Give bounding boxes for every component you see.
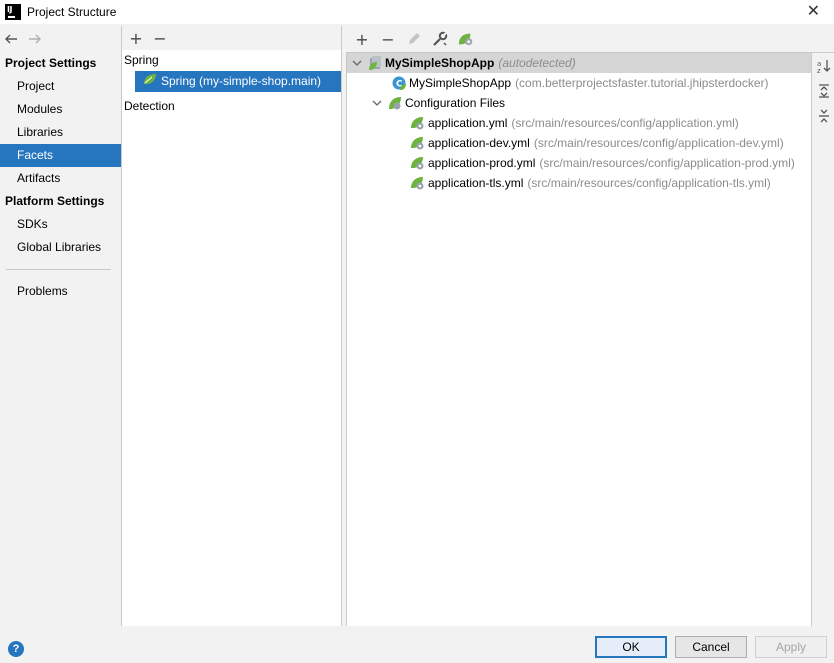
facet-item-spring[interactable]: Spring (my-simple-shop.main) xyxy=(135,71,341,92)
facet-group-detection[interactable]: Detection xyxy=(122,96,341,117)
section-header-platform-settings: Platform Settings xyxy=(5,194,105,208)
svg-text:z: z xyxy=(817,67,821,74)
sidebar-item-artifacts[interactable]: Artifacts xyxy=(0,167,121,190)
tree-row-file[interactable]: application-prod.yml (src/main/resources… xyxy=(347,153,811,173)
file-label: application-tls.yml xyxy=(428,176,524,190)
chevron-down-icon[interactable] xyxy=(351,58,363,68)
intellij-logo-icon: IJ xyxy=(5,4,21,20)
expand-all-icon[interactable] xyxy=(812,78,834,103)
add-context-button[interactable]: + xyxy=(354,30,370,49)
sidebar-item-problems[interactable]: Problems xyxy=(0,280,121,303)
tree-row-config-files[interactable]: Configuration Files xyxy=(347,93,811,113)
app-class-label: MySimpleShopApp xyxy=(409,76,512,90)
back-arrow-icon[interactable] xyxy=(3,31,19,47)
sidebar-divider xyxy=(6,269,111,270)
help-icon[interactable]: ? xyxy=(8,641,24,657)
tree-side-toolbar: az xyxy=(811,52,834,626)
sort-alpha-icon[interactable]: az xyxy=(812,53,834,78)
spring-yaml-icon xyxy=(410,135,426,151)
sidebar: Project Settings Project Modules Librari… xyxy=(0,26,121,626)
spring-context-icon xyxy=(367,55,383,71)
file-label: application-dev.yml xyxy=(428,136,530,150)
add-facet-button[interactable]: + xyxy=(128,29,144,48)
file-path: (src/main/resources/config/application.y… xyxy=(511,116,739,130)
chevron-down-icon[interactable] xyxy=(371,98,383,108)
remove-context-button[interactable]: − xyxy=(380,30,396,49)
tree-row-file[interactable]: application-dev.yml (src/main/resources/… xyxy=(347,133,811,153)
dialog-footer: ? OK Cancel Apply xyxy=(0,626,834,663)
tree-row-file[interactable]: application.yml (src/main/resources/conf… xyxy=(347,113,811,133)
tree-row-app-class[interactable]: C MySimpleShopApp (com.betterprojectsfas… xyxy=(347,73,811,93)
spring-yaml-icon xyxy=(410,155,426,171)
cancel-button[interactable]: Cancel xyxy=(675,636,747,658)
spring-leaf-icon xyxy=(143,71,157,92)
sidebar-item-facets[interactable]: Facets xyxy=(0,144,121,167)
facets-list: Spring Spring (my-simple-shop.main) Dete… xyxy=(122,50,341,626)
spring-yaml-icon xyxy=(410,115,426,131)
file-label: application.yml xyxy=(428,116,508,130)
config-files-label: Configuration Files xyxy=(405,96,506,110)
file-path: (src/main/resources/config/application-p… xyxy=(539,156,795,170)
root-note: (autodetected) xyxy=(498,56,576,70)
file-label: application-prod.yml xyxy=(428,156,536,170)
spring-config-folder-icon xyxy=(387,95,403,111)
tree-row-root[interactable]: MySimpleShopApp (autodetected) xyxy=(347,53,811,73)
root-label: MySimpleShopApp xyxy=(385,56,495,70)
forward-arrow-icon[interactable] xyxy=(27,31,43,47)
spring-class-icon: C xyxy=(391,75,407,91)
file-path: (src/main/resources/config/application-t… xyxy=(527,176,771,190)
collapse-all-icon[interactable] xyxy=(812,103,834,128)
sidebar-item-project[interactable]: Project xyxy=(0,75,121,98)
spring-context-tree: MySimpleShopApp (autodetected) C MySimpl… xyxy=(346,52,811,626)
window-title: Project Structure xyxy=(27,5,117,19)
app-class-package: (com.betterprojectsfaster.tutorial.jhips… xyxy=(515,76,769,90)
ok-button[interactable]: OK xyxy=(595,636,667,658)
spring-yaml-icon xyxy=(410,175,426,191)
apply-button[interactable]: Apply xyxy=(755,636,827,658)
spring-context-toolbar: + − xyxy=(346,26,834,52)
sidebar-item-modules[interactable]: Modules xyxy=(0,98,121,121)
sidebar-item-libraries[interactable]: Libraries xyxy=(0,121,121,144)
nav-arrows xyxy=(0,26,121,52)
sidebar-item-sdks[interactable]: SDKs xyxy=(0,213,121,236)
file-path: (src/main/resources/config/application-d… xyxy=(533,136,784,150)
remove-facet-button[interactable]: − xyxy=(152,29,168,48)
wrench-icon[interactable] xyxy=(432,31,448,47)
facet-item-label: Spring (my-simple-shop.main) xyxy=(161,74,322,88)
title-bar: IJ Project Structure ✕ xyxy=(0,0,834,24)
tree-row-file[interactable]: application-tls.yml (src/main/resources/… xyxy=(347,173,811,193)
close-window-button[interactable]: ✕ xyxy=(807,3,820,19)
spring-add-icon[interactable] xyxy=(458,31,474,47)
facet-group-spring[interactable]: Spring xyxy=(122,50,341,71)
facets-toolbar: + − xyxy=(122,26,341,50)
edit-pencil-icon[interactable] xyxy=(406,31,422,47)
sidebar-item-global-libraries[interactable]: Global Libraries xyxy=(0,236,121,259)
section-header-project-settings: Project Settings xyxy=(5,56,97,70)
